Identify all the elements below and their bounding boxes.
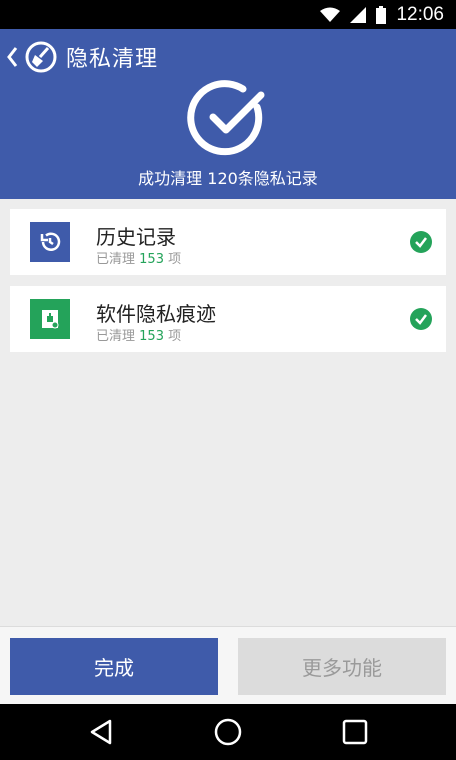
item-subtitle: 已清理 153 项: [96, 252, 182, 267]
check-circle-icon: [410, 308, 432, 330]
recents-square-icon[interactable]: [340, 717, 370, 747]
success-check-icon: [187, 80, 265, 156]
broom-logo-icon: [25, 41, 57, 73]
item-count: 153: [139, 252, 164, 267]
status-bar: 12:06: [0, 0, 456, 29]
signal-icon: [350, 6, 367, 23]
chevron-left-icon: [7, 47, 18, 67]
battery-icon: [376, 5, 387, 24]
list-item-app-privacy[interactable]: 软件隐私痕迹 已清理 153 项: [10, 286, 446, 352]
wifi-icon: [320, 7, 341, 22]
home-circle-icon[interactable]: [213, 717, 243, 747]
header: 隐私清理 成功清理 120条隐私记录: [0, 29, 456, 199]
footer: 完成 更多功能: [0, 626, 456, 704]
check-circle-icon: [410, 231, 432, 253]
clean-summary: 成功清理 120条隐私记录: [138, 169, 318, 188]
item-count: 153: [139, 329, 164, 344]
app-privacy-icon: [30, 299, 70, 339]
item-subtitle: 已清理 153 项: [96, 329, 182, 344]
history-icon: [30, 222, 70, 262]
item-title: 历史记录: [96, 225, 176, 249]
item-title: 软件隐私痕迹: [96, 302, 216, 326]
done-button[interactable]: 完成: [10, 638, 218, 695]
nav-bar: [0, 704, 456, 760]
more-features-button[interactable]: 更多功能: [238, 638, 446, 695]
list-item-history[interactable]: 历史记录 已清理 153 项: [10, 209, 446, 275]
status-clock: 12:06: [396, 3, 444, 25]
page-title: 隐私清理: [66, 47, 159, 72]
back-button[interactable]: 隐私清理: [0, 37, 158, 77]
back-triangle-icon[interactable]: [86, 717, 116, 747]
